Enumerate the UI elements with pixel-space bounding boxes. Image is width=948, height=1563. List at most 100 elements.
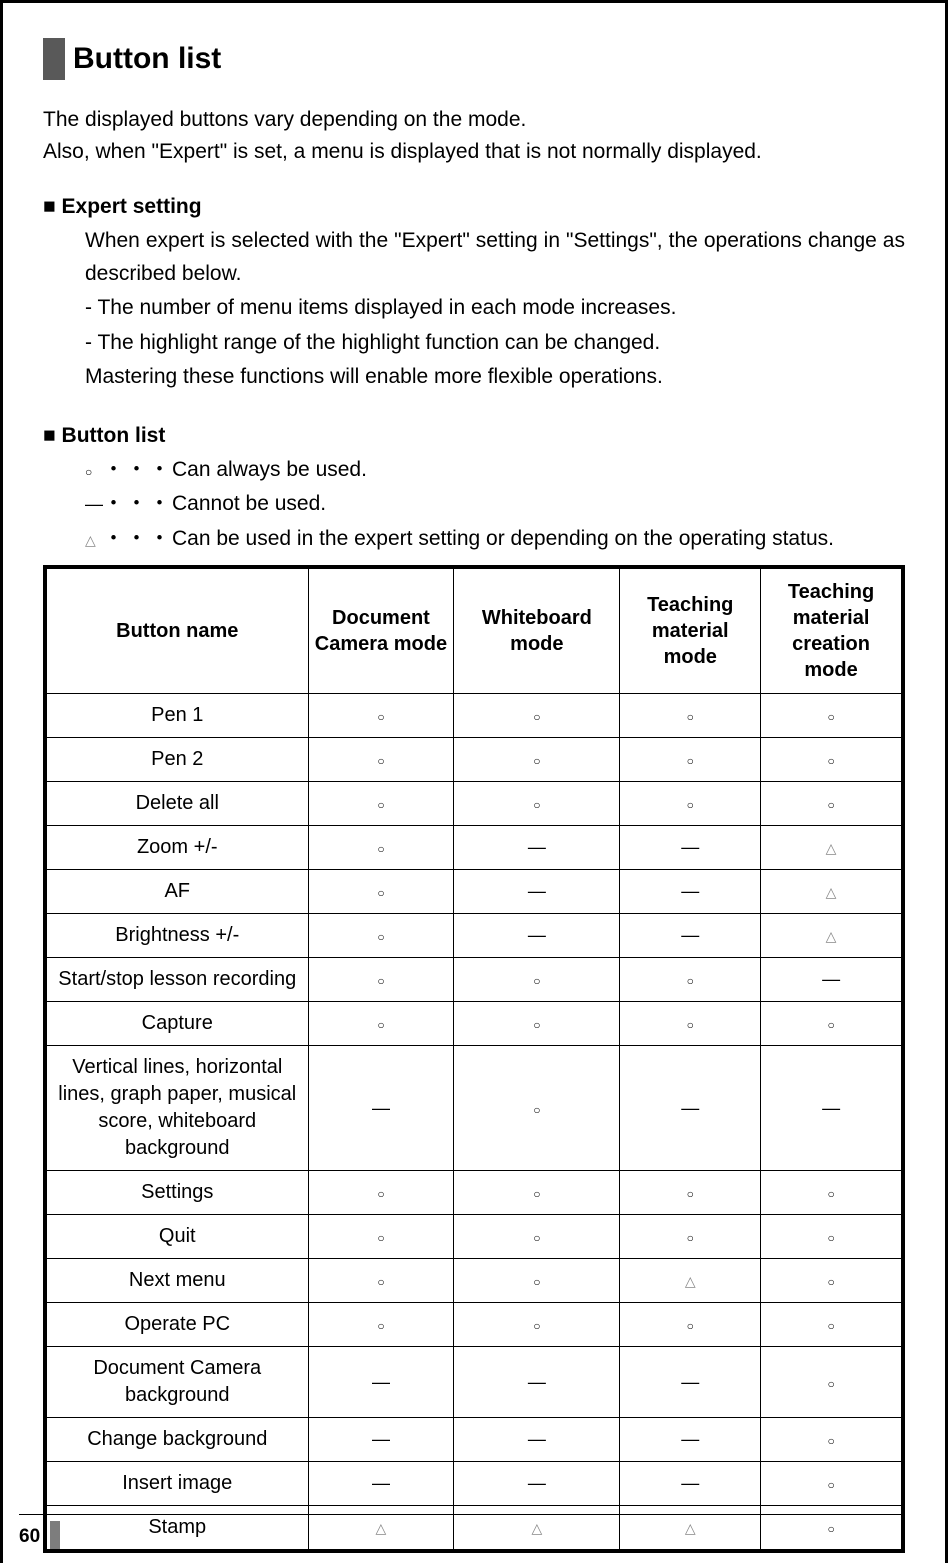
row-name: Stamp <box>47 1506 309 1550</box>
row-cell: ― <box>761 958 902 1002</box>
row-cell: ○ <box>620 782 761 826</box>
circle-icon: ○ <box>827 754 834 768</box>
th-tm: Teaching material mode <box>620 569 761 694</box>
row-name: Start/stop lesson recording <box>47 958 309 1002</box>
dash-icon: ― <box>372 1098 390 1118</box>
circle-icon: ○ <box>377 1187 384 1201</box>
row-cell: ○ <box>454 782 620 826</box>
dash-icon: ― <box>822 1098 840 1118</box>
th-tmc: Teaching material creation mode <box>761 569 902 694</box>
row-cell: ○ <box>761 1303 902 1347</box>
row-cell: ○ <box>761 1506 902 1550</box>
row-cell: ○ <box>620 1215 761 1259</box>
circle-icon: ○ <box>687 1231 694 1245</box>
dash-icon: ― <box>681 837 699 857</box>
circle-icon: ○ <box>827 1478 834 1492</box>
legend-cannot: ― ・・・ Cannot be used. <box>85 488 905 521</box>
table-row: Capture○○○○ <box>47 1002 902 1046</box>
triangle-icon: △ <box>826 884 837 900</box>
legend-always-text: Can always be used. <box>172 454 367 487</box>
circle-icon: ○ <box>827 1522 834 1536</box>
row-name: Pen 2 <box>47 738 309 782</box>
legend: ○ ・・・ Can always be used. ― ・・・ Cannot b… <box>43 454 905 556</box>
row-cell: ○ <box>620 738 761 782</box>
row-cell: ― <box>308 1046 454 1171</box>
row-cell: ○ <box>308 1215 454 1259</box>
page-rule <box>19 1514 905 1515</box>
circle-icon: ○ <box>827 798 834 812</box>
table-row: AF○――△ <box>47 870 902 914</box>
circle-icon: ○ <box>377 1275 384 1289</box>
row-cell: ― <box>761 1046 902 1171</box>
circle-icon: ○ <box>377 1018 384 1032</box>
triangle-icon: △ <box>685 1520 696 1536</box>
circle-icon: ○ <box>533 1319 540 1333</box>
expert-heading: Expert setting <box>43 195 905 219</box>
table-row: Document Camera background―――○ <box>47 1347 902 1418</box>
row-cell: ○ <box>761 738 902 782</box>
triangle-icon: △ <box>376 1520 387 1536</box>
dash-icon: ― <box>528 837 546 857</box>
circle-icon: ○ <box>533 1275 540 1289</box>
row-cell: ― <box>620 914 761 958</box>
dash-icon: ― <box>681 1098 699 1118</box>
row-cell: ○ <box>761 782 902 826</box>
legend-expert: △ ・・・ Can be used in the expert setting … <box>85 523 905 556</box>
circle-icon: ○ <box>85 463 103 482</box>
circle-icon: ○ <box>533 798 540 812</box>
th-name: Button name <box>47 569 309 694</box>
row-cell: ○ <box>761 1347 902 1418</box>
row-name: Capture <box>47 1002 309 1046</box>
dash-icon: ― <box>372 1473 390 1493</box>
dash-icon: ― <box>528 1429 546 1449</box>
row-cell: △ <box>620 1506 761 1550</box>
row-cell: ― <box>454 826 620 870</box>
circle-icon: ○ <box>827 710 834 724</box>
row-name: Brightness +/- <box>47 914 309 958</box>
row-cell: ○ <box>620 694 761 738</box>
table-header-row: Button name Document Camera mode Whitebo… <box>47 569 902 694</box>
row-name: Delete all <box>47 782 309 826</box>
circle-icon: ○ <box>377 886 384 900</box>
row-cell: ○ <box>454 1215 620 1259</box>
circle-icon: ○ <box>377 842 384 856</box>
page: Button list The displayed buttons vary d… <box>0 0 948 1563</box>
row-name: Zoom +/- <box>47 826 309 870</box>
row-cell: △ <box>620 1259 761 1303</box>
row-name: Document Camera background <box>47 1347 309 1418</box>
row-cell: ○ <box>308 958 454 1002</box>
table-row: Change background―――○ <box>47 1418 902 1462</box>
row-cell: ― <box>620 1418 761 1462</box>
dash-icon: ― <box>681 1372 699 1392</box>
row-name: Quit <box>47 1215 309 1259</box>
intro-line-1: The displayed buttons vary depending on … <box>43 104 905 136</box>
circle-icon: ○ <box>827 1434 834 1448</box>
row-cell: ○ <box>761 694 902 738</box>
row-cell: ○ <box>620 1303 761 1347</box>
row-cell: ○ <box>308 1171 454 1215</box>
dash-icon: ― <box>681 1473 699 1493</box>
row-name: Settings <box>47 1171 309 1215</box>
circle-icon: ○ <box>533 1018 540 1032</box>
expert-p1: When expert is selected with the "Expert… <box>85 225 905 290</box>
title-bar-icon <box>43 38 65 80</box>
row-cell: ○ <box>454 958 620 1002</box>
circle-icon: ○ <box>377 710 384 724</box>
circle-icon: ○ <box>827 1187 834 1201</box>
row-cell: ○ <box>761 1259 902 1303</box>
circle-icon: ○ <box>687 754 694 768</box>
circle-icon: ○ <box>377 930 384 944</box>
legend-cannot-text: Cannot be used. <box>172 488 326 521</box>
row-cell: ○ <box>308 738 454 782</box>
row-cell: ― <box>308 1347 454 1418</box>
table-row: Settings○○○○ <box>47 1171 902 1215</box>
intro-text: The displayed buttons vary depending on … <box>43 104 905 167</box>
circle-icon: ○ <box>827 1319 834 1333</box>
expert-p4: Mastering these functions will enable mo… <box>85 361 905 394</box>
circle-icon: ○ <box>827 1377 834 1391</box>
button-table: Button name Document Camera mode Whitebo… <box>46 568 902 1550</box>
circle-icon: ○ <box>827 1231 834 1245</box>
button-table-wrap: Button name Document Camera mode Whitebo… <box>43 565 905 1553</box>
row-name: Next menu <box>47 1259 309 1303</box>
circle-icon: ○ <box>687 1319 694 1333</box>
